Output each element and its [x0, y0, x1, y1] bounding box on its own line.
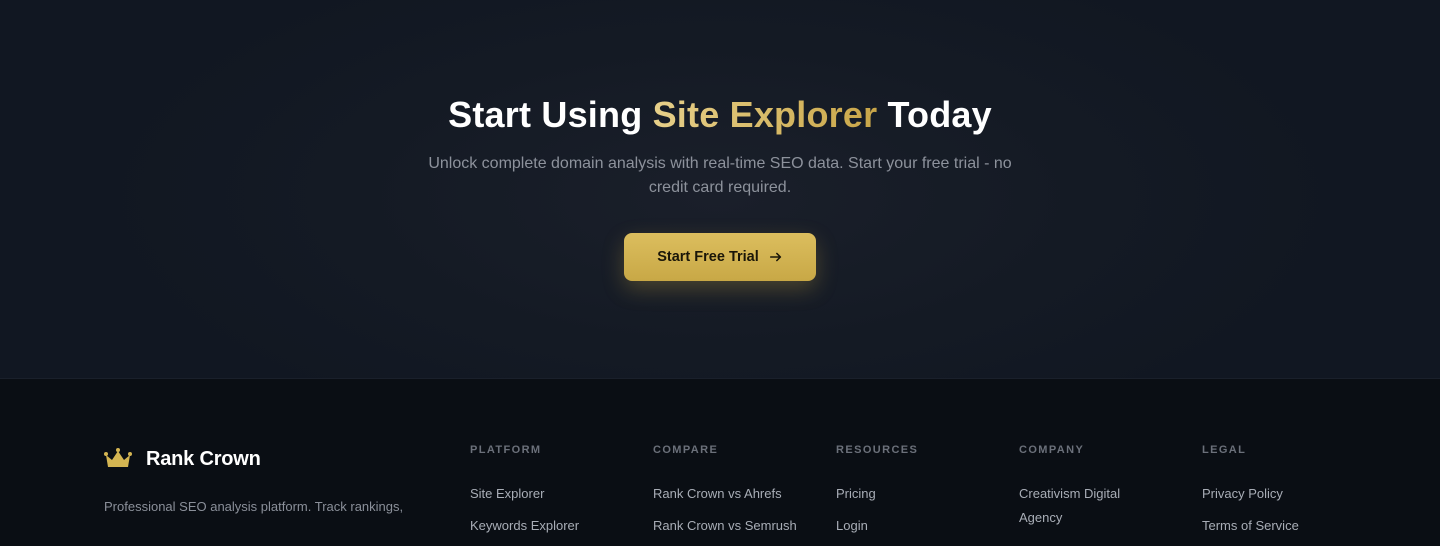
footer-brand[interactable]: Rank Crown [104, 447, 261, 471]
column-title: COMPARE [653, 444, 719, 456]
column-title: PLATFORM [470, 444, 542, 456]
cta-subtitle: Unlock complete domain analysis with rea… [428, 155, 1012, 196]
start-free-trial-button[interactable]: Start Free Trial [624, 233, 816, 281]
cta-title-accent: Site Explorer [652, 94, 878, 135]
footer-column-compare: COMPARE Rank Crown vs Ahrefs Rank Crown … [653, 444, 797, 546]
footer-link-login[interactable]: Login [836, 514, 918, 538]
brand-description: Professional SEO analysis platform. Trac… [104, 499, 404, 514]
footer-link-vs-ahrefs[interactable]: Rank Crown vs Ahrefs [653, 482, 797, 506]
crown-icon [104, 448, 132, 467]
footer-column-platform: PLATFORM Site Explorer Keywords Explorer [470, 444, 579, 546]
column-title: RESOURCES [836, 444, 919, 456]
column-title: COMPANY [1019, 444, 1085, 456]
footer-link-agency[interactable]: Creativism Digital Agency [1019, 482, 1159, 530]
cta-title-prefix: Start Using [448, 94, 653, 135]
start-free-trial-label: Start Free Trial [657, 249, 759, 265]
footer-link-vs-semrush[interactable]: Rank Crown vs Semrush [653, 514, 797, 538]
cta-section: Start Using Site Explorer Today Unlock c… [0, 0, 1440, 379]
footer-column-legal: LEGAL Privacy Policy Terms of Service [1202, 444, 1299, 546]
footer-link-site-explorer[interactable]: Site Explorer [470, 482, 579, 506]
footer-column-resources: RESOURCES Pricing Login [836, 444, 918, 546]
footer-column-company: COMPANY Creativism Digital Agency [1019, 444, 1159, 538]
cta-title: Start Using Site Explorer Today [0, 94, 1440, 136]
footer: Rank Crown Professional SEO analysis pla… [0, 379, 1440, 533]
footer-link-terms[interactable]: Terms of Service [1202, 514, 1299, 538]
footer-link-privacy[interactable]: Privacy Policy [1202, 482, 1299, 506]
arrow-right-icon [769, 252, 781, 262]
cta-title-suffix: Today [877, 94, 992, 135]
brand-name: Rank Crown [146, 447, 261, 470]
column-title: LEGAL [1202, 444, 1247, 456]
footer-link-keywords-explorer[interactable]: Keywords Explorer [470, 514, 579, 538]
footer-link-pricing[interactable]: Pricing [836, 482, 918, 506]
